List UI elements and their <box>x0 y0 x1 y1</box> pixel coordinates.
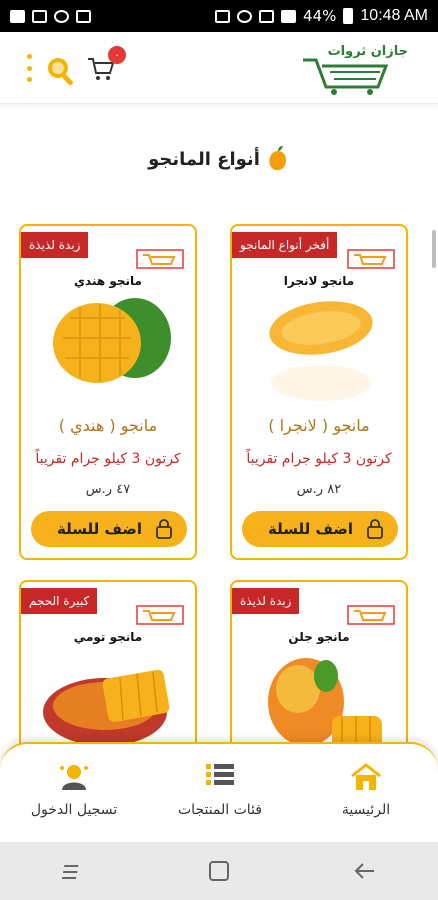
home-icon <box>351 763 381 790</box>
clock: 10:48 AM <box>360 7 428 24</box>
product-name: مانجو ( هندي ) <box>58 416 158 435</box>
product-ribbon: زبدة لذيذة <box>21 232 89 258</box>
brand-stamp-icon <box>136 605 184 625</box>
brand-stamp-icon <box>347 249 395 269</box>
mute-icon <box>215 9 231 23</box>
nav-item-home[interactable]: الرئيسية <box>296 762 436 818</box>
battery-icon <box>343 8 354 24</box>
video-notification-icon <box>76 9 91 23</box>
whatsapp-notification-icon <box>54 9 69 23</box>
signal-icon <box>281 9 297 23</box>
nav-item-categories[interactable]: فئات المنتجات <box>150 762 290 818</box>
image-notification-icon <box>10 9 25 23</box>
app-header: ٠ جازان ثروات <box>0 32 438 104</box>
product-ribbon: زبدة لذيذة <box>232 588 300 614</box>
recent-apps-icon[interactable] <box>58 856 88 886</box>
section-header: أنواع المانجو <box>0 145 438 173</box>
search-icon[interactable] <box>44 54 78 88</box>
user-icon <box>60 765 88 790</box>
nav-label-home: الرئيسية <box>341 802 391 818</box>
product-card-hindi[interactable]: زبدة لذيذة مانجو هندي مانجو ( هندي ) كرت… <box>19 224 197 560</box>
more-menu-icon[interactable] <box>25 54 33 82</box>
product-ribbon: كبيرة الحجم <box>21 588 98 614</box>
product-price: ٤٧ ر.س <box>85 482 131 497</box>
product-description: كرتون 3 كيلو جرام تقريباً <box>35 451 181 467</box>
add-to-cart-button[interactable]: اضف للسلة <box>31 511 187 547</box>
nav-label-categories: فئات المنتجات <box>178 802 262 818</box>
list-icon <box>206 764 234 785</box>
alarm-icon <box>237 9 253 23</box>
product-image-label: مانجو جلن <box>288 630 350 644</box>
add-to-cart-button[interactable]: اضف للسلة <box>242 511 398 547</box>
product-image-label: مانجو تومي <box>73 630 143 644</box>
product-ribbon: أفخر أنواع المانجو <box>232 232 338 258</box>
add-to-cart-label: اضف للسلة <box>268 520 353 538</box>
wifi-icon <box>259 9 275 23</box>
status-left-icons <box>10 9 91 23</box>
product-description: كرتون 3 كيلو جرام تقريباً <box>246 451 392 467</box>
status-right: 44% 10:48 AM <box>215 7 428 25</box>
nav-item-login[interactable]: تسجيل الدخول <box>4 762 144 818</box>
product-name: مانجو ( لانجرا ) <box>268 416 370 435</box>
bottom-navigation: الرئيسية فئات المنتجات تسجيل الدخول <box>0 742 438 842</box>
product-card-langra[interactable]: أفخر أنواع المانجو مانجو لانجرا مانجو ( … <box>230 224 408 560</box>
brand-stamp-icon <box>136 249 184 269</box>
add-to-cart-label: اضف للسلة <box>57 520 142 538</box>
back-arrow-icon[interactable] <box>350 856 380 886</box>
system-navigation-bar <box>0 842 438 900</box>
bag-icon <box>367 519 383 539</box>
product-image-label: مانجو لانجرا <box>283 274 355 288</box>
mango-langra-image <box>269 301 373 401</box>
home-button-icon[interactable] <box>204 856 234 886</box>
mango-icon <box>269 146 286 171</box>
cart-count-badge: ٠ <box>108 46 126 64</box>
brand-logo-text: جازان ثروات <box>327 44 408 59</box>
status-bar: 44% 10:48 AM <box>0 0 438 32</box>
email-notification-icon <box>32 9 47 23</box>
battery-percent: 44% <box>303 7 337 25</box>
section-title: أنواع المانجو <box>148 148 260 170</box>
nav-label-login: تسجيل الدخول <box>30 802 118 818</box>
product-image-label: مانجو هندي <box>74 274 142 288</box>
product-price: ٨٢ ر.س <box>296 482 342 497</box>
bag-icon <box>156 519 172 539</box>
brand-stamp-icon <box>347 605 395 625</box>
mango-hindi-image <box>53 298 171 383</box>
scrollbar[interactable] <box>432 230 436 268</box>
